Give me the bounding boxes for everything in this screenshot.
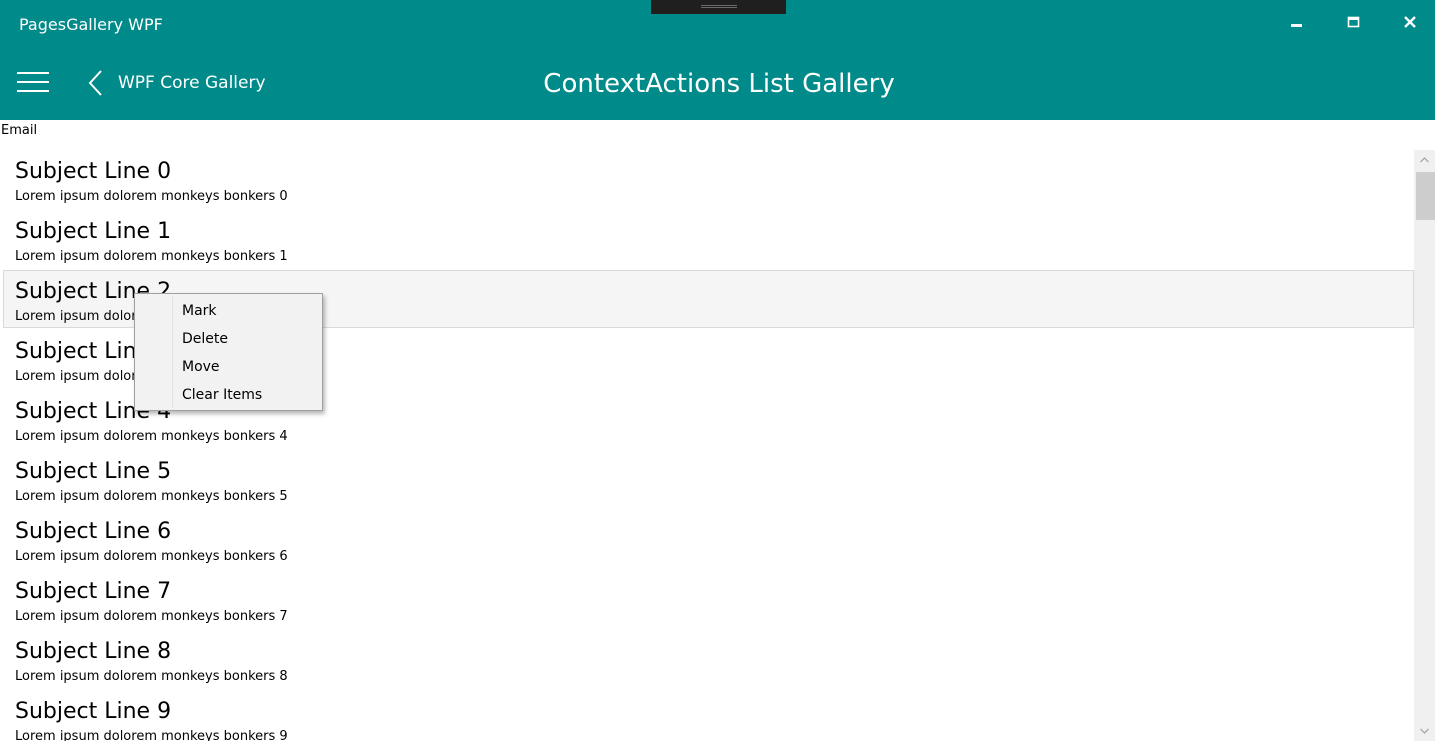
window-drag-handle[interactable] [651, 0, 786, 14]
item-body: Lorem ipsum dolorem monkeys bonkers 9 [15, 729, 288, 741]
maximize-button[interactable] [1342, 10, 1366, 34]
grip-icon [701, 5, 737, 8]
list-item[interactable]: Subject Line 0 Lorem ipsum dolorem monke… [3, 150, 1414, 208]
item-subject: Subject Line 9 [15, 699, 172, 724]
item-body: Lorem ipsum dolorem monkeys bonkers 4 [15, 429, 288, 444]
maximize-icon [1347, 16, 1360, 28]
item-subject: Subject Line 0 [15, 159, 172, 184]
scroll-down-button[interactable] [1414, 723, 1435, 741]
vertical-scrollbar[interactable] [1414, 150, 1435, 741]
hamburger-menu-icon [17, 72, 49, 92]
item-body: Lorem ipsum dolorem monkeys bonkers 1 [15, 249, 288, 264]
context-menu-item-clear-items[interactable]: Clear Items [137, 382, 320, 408]
email-list: Subject Line 0 Lorem ipsum dolorem monke… [3, 150, 1414, 741]
list-item[interactable]: Subject Line 5 Lorem ipsum dolorem monke… [3, 450, 1414, 508]
window-title: PagesGallery WPF [19, 15, 163, 34]
list-item[interactable]: Subject Line 6 Lorem ipsum dolorem monke… [3, 510, 1414, 568]
section-label: Email [1, 123, 38, 138]
minimize-icon [1291, 24, 1302, 27]
context-menu-item-move[interactable]: Move [137, 354, 320, 380]
item-subject: Subject Line 7 [15, 579, 172, 604]
menu-item-label: Delete [182, 331, 228, 347]
context-menu-item-mark[interactable]: Mark [137, 298, 320, 324]
item-body: Lorem ipsum dolorem monkeys bonkers 6 [15, 549, 288, 564]
item-body: Lorem ipsum dolorem monkeys bonkers 0 [15, 189, 288, 204]
back-button-label: WPF Core Gallery [118, 73, 266, 93]
list-item[interactable]: Subject Line 1 Lorem ipsum dolorem monke… [3, 210, 1414, 268]
context-menu-item-delete[interactable]: Delete [137, 326, 320, 352]
list-item[interactable]: Subject Line 7 Lorem ipsum dolorem monke… [3, 570, 1414, 628]
item-subject: Subject Line 8 [15, 639, 172, 664]
item-subject: Subject Line 6 [15, 519, 172, 544]
menu-item-label: Move [182, 359, 220, 375]
app-window: PagesGallery WPF WPF Core Gallery Contex… [0, 0, 1435, 741]
menu-item-label: Mark [182, 303, 217, 319]
menu-item-label: Clear Items [182, 387, 263, 403]
back-button[interactable]: WPF Core Gallery [86, 66, 276, 100]
item-subject: Subject Line 5 [15, 459, 172, 484]
close-button[interactable] [1398, 10, 1422, 34]
item-subject: Subject Line 1 [15, 219, 172, 244]
list-item[interactable]: Subject Line 9 Lorem ipsum dolorem monke… [3, 690, 1414, 741]
scroll-thumb[interactable] [1416, 172, 1435, 220]
item-body: Lorem ipsum dolorem monkeys bonkers 7 [15, 609, 288, 624]
scroll-up-button[interactable] [1414, 150, 1435, 170]
context-menu: Mark Delete Move Clear Items [134, 293, 323, 411]
close-icon [1404, 16, 1416, 28]
list-item[interactable]: Subject Line 8 Lorem ipsum dolorem monke… [3, 630, 1414, 688]
menu-button[interactable] [16, 68, 50, 96]
chevron-left-icon [88, 70, 102, 96]
chevron-up-icon [1420, 157, 1429, 163]
item-body: Lorem ipsum dolorem monkeys bonkers 5 [15, 489, 288, 504]
page-title: ContextActions List Gallery [543, 69, 895, 99]
minimize-button[interactable] [1285, 10, 1309, 34]
header-bar: PagesGallery WPF WPF Core Gallery Contex… [0, 0, 1435, 120]
chevron-down-icon [1420, 728, 1429, 734]
item-body: Lorem ipsum dolorem monkeys bonkers 8 [15, 669, 288, 684]
